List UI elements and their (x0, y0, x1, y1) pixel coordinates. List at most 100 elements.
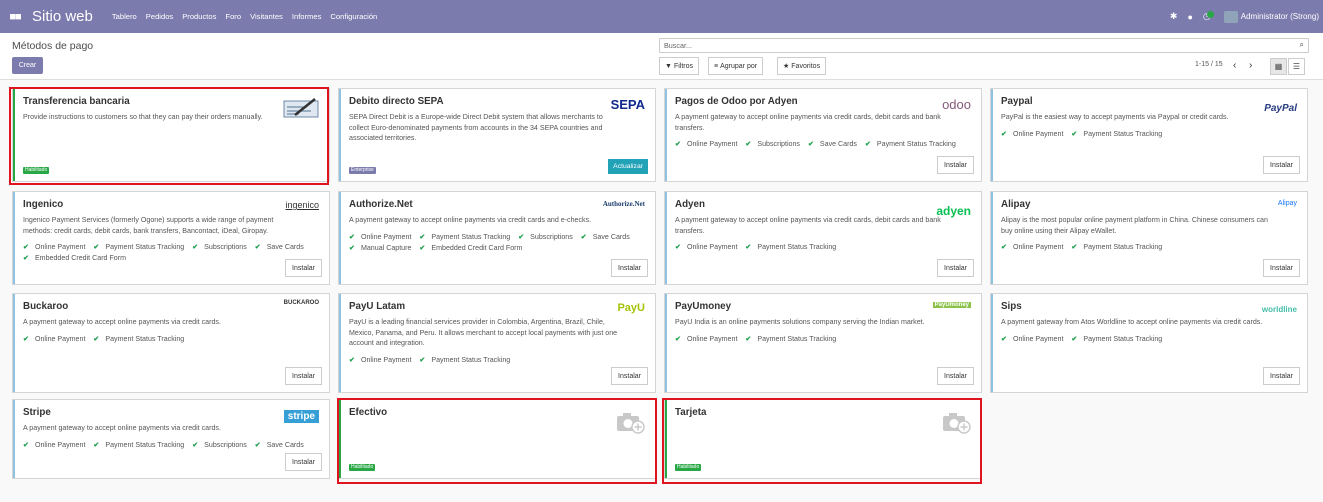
menu-item-informes[interactable]: Informes (291, 12, 323, 21)
feature-label: Payment Status Tracking (105, 243, 185, 251)
feature-item: ✔ Payment Status Tracking (93, 335, 184, 343)
feature-list: ✔ Online Payment ✔ Payment Status Tracking (1001, 334, 1297, 345)
provider-logo: BUCKAROO (283, 300, 319, 306)
feature-item: ✔ Payment Status Tracking (1071, 130, 1162, 138)
user-name: Administrator (Strong) (1240, 11, 1319, 21)
payment-method-card[interactable]: Buckaroo A payment gateway to accept onli… (12, 293, 330, 393)
create-button[interactable]: Crear (12, 57, 43, 74)
menu-item-pedidos[interactable]: Pedidos (145, 12, 174, 21)
provider-logo: Alipay (1277, 200, 1297, 207)
payment-method-card[interactable]: PayUmoney PayU India is an online payment… (664, 293, 982, 393)
check-icon: ✔ (1071, 334, 1078, 343)
feature-label: Online Payment (686, 334, 738, 343)
install-button[interactable]: Instalar (611, 259, 648, 277)
card-description: A payment gateway to accept online payme… (675, 113, 941, 132)
activity-icon[interactable]: ◷ (1203, 11, 1214, 22)
search-input[interactable]: Buscar... ⌕ (659, 38, 1309, 53)
favorites-button[interactable]: ★ Favoritos (777, 57, 827, 75)
feature-label: Online Payment (360, 355, 412, 364)
card-description: SEPA Direct Debit is a Europe-wide Direc… (349, 113, 603, 142)
camera-icon (943, 413, 971, 434)
menu-item-configuracion[interactable]: Configuración (329, 12, 378, 21)
feature-list: ✔ Online Payment ✔ Payment Status Tracking (1001, 242, 1297, 253)
page-title: Métodos de pago (12, 40, 94, 52)
payment-method-card[interactable]: Transferencia bancaria Provide instructio… (12, 88, 330, 182)
install-button[interactable]: Instalar (1263, 367, 1300, 385)
install-button[interactable]: Instalar (937, 156, 974, 174)
pager-previous-icon[interactable]: ‹ (1233, 60, 1236, 71)
kanban-view-icon[interactable]: ▦ (1270, 58, 1287, 75)
feature-list: ✔ Online Payment ✔ Payment Status Tracking (23, 334, 319, 345)
feature-item: ✔ Online Payment (1001, 130, 1063, 138)
payment-method-card[interactable]: Pagos de Odoo por Adyen A payment gateway… (664, 88, 982, 182)
check-icon: ✔ (93, 243, 100, 251)
feature-item: ✔ Subscriptions (745, 140, 800, 148)
feature-list: ✔ Online Payment ✔ Payment Status Tracking… (23, 242, 319, 264)
chat-icon[interactable]: ● (1187, 12, 1192, 22)
card-title: Tarjeta (675, 407, 707, 418)
card-title: Transferencia bancaria (23, 96, 130, 107)
payment-method-card[interactable]: PayU Latam PayU is a leading financial se… (338, 293, 656, 393)
check-icon: ✔ (192, 440, 199, 449)
list-view-icon[interactable]: ☰ (1288, 58, 1305, 75)
upgrade-button[interactable]: Actualizar (608, 159, 648, 174)
install-button[interactable]: Instalar (1263, 156, 1300, 174)
install-button[interactable]: Instalar (937, 259, 974, 277)
payment-method-card[interactable]: Adyen A payment gateway to accept online … (664, 191, 982, 285)
search-placeholder: Buscar... (664, 41, 692, 50)
user-menu[interactable]: Administrator (Strong) (1223, 10, 1319, 23)
check-icon: ✔ (864, 140, 871, 148)
card-color-bar (991, 294, 993, 392)
card-title: Alipay (1001, 199, 1031, 210)
card-color-bar (13, 192, 15, 284)
pager-value[interactable]: 1-15 / 15 (1195, 61, 1223, 68)
apps-menu-icon[interactable]: ■■ (0, 11, 30, 23)
pager-next-icon[interactable]: › (1249, 60, 1252, 71)
check-icon: ✔ (349, 243, 355, 252)
install-button[interactable]: Instalar (285, 259, 322, 277)
check-icon: ✔ (23, 254, 29, 262)
provider-logo: stripe (283, 410, 319, 423)
top-navbar: ■■ Sitio web Tablero Pedidos Productos F… (0, 0, 1323, 33)
card-description: Ingenico Payment Services (formerly Ogon… (23, 216, 274, 235)
feature-label: Payment Status Tracking (757, 334, 837, 343)
card-color-bar (339, 89, 341, 181)
camera-icon (617, 413, 645, 434)
feature-label: Save Cards (266, 440, 304, 449)
group-by-button[interactable]: ≡ Agrupar por (708, 57, 764, 75)
menu-item-tablero[interactable]: Tablero (111, 12, 138, 21)
menu-item-foro[interactable]: Foro (224, 12, 242, 21)
install-button[interactable]: Instalar (285, 453, 322, 471)
card-color-bar (13, 400, 15, 478)
check-icon: ✔ (93, 440, 100, 449)
app-brand[interactable]: Sitio web (32, 8, 93, 25)
payment-method-card[interactable]: Debito directo SEPA SEPA Direct Debit is … (338, 88, 656, 182)
payment-method-card[interactable]: Sips A payment gateway from Atos Worldlin… (990, 293, 1308, 393)
payment-method-card[interactable]: Stripe A payment gateway to accept online… (12, 399, 330, 479)
card-color-bar (13, 89, 15, 181)
payment-method-card[interactable]: Paypal PayPal is the easiest way to accep… (990, 88, 1308, 182)
card-color-bar (665, 294, 667, 392)
payment-method-card[interactable]: Alipay Alipay is the most popular online … (990, 191, 1308, 285)
payment-method-card[interactable]: Tarjeta Habilitado (664, 399, 982, 479)
install-button[interactable]: Instalar (1263, 259, 1300, 277)
check-icon: ✔ (1071, 129, 1078, 138)
card-color-bar (665, 400, 667, 478)
install-button[interactable]: Instalar (611, 367, 648, 385)
check-icon: ✔ (23, 243, 29, 251)
feature-label: Payment Status Tracking (431, 232, 511, 241)
feature-label: Online Payment (34, 440, 86, 449)
payment-method-card[interactable]: Authorize.Net A payment gateway to accept… (338, 191, 656, 285)
card-color-bar (665, 192, 667, 284)
install-button[interactable]: Instalar (937, 367, 974, 385)
feature-item: ✔ Subscriptions (192, 441, 247, 449)
payment-method-card[interactable]: Efectivo Habilitado (338, 399, 656, 479)
search-icon[interactable]: ⌕ (1300, 40, 1304, 50)
menu-item-visitantes[interactable]: Visitantes (249, 12, 284, 21)
bug-icon[interactable]: ✱ (1170, 11, 1178, 22)
filters-button[interactable]: ▼ Filtros (659, 57, 699, 75)
payment-method-card[interactable]: Ingenico Ingenico Payment Services (forme… (12, 191, 330, 285)
activity-badge (1206, 11, 1214, 18)
install-button[interactable]: Instalar (285, 367, 322, 385)
menu-item-productos[interactable]: Productos (181, 12, 217, 21)
